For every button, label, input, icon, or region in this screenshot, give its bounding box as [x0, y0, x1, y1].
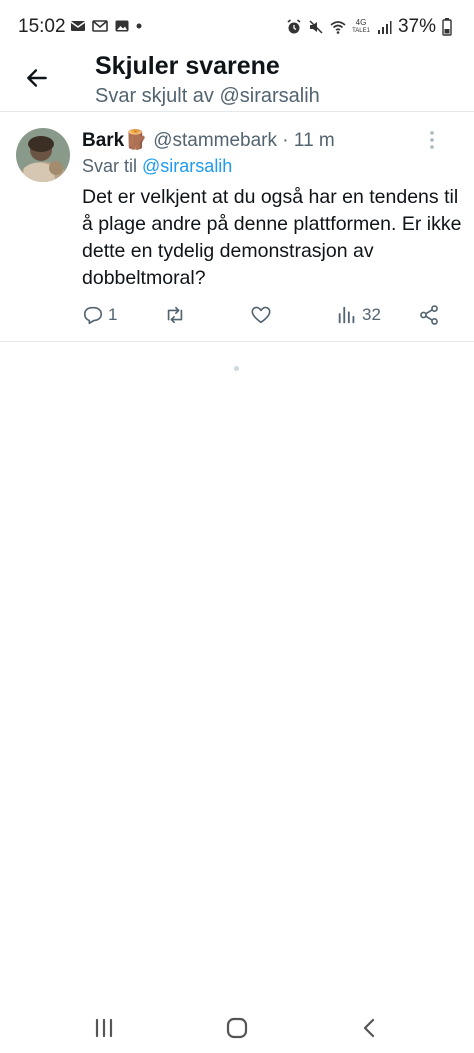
reply-icon — [83, 306, 103, 325]
avatar-image — [16, 128, 70, 182]
tweet-actions: 1 32 — [82, 300, 462, 330]
image-icon — [115, 20, 129, 32]
loading-indicator — [234, 366, 239, 371]
mail-icon — [70, 21, 86, 31]
mute-icon — [309, 20, 323, 34]
tweet-time: 11 m — [293, 130, 335, 151]
views-button[interactable]: 32 — [336, 300, 381, 330]
back-button[interactable] — [18, 59, 56, 97]
wifi-icon — [330, 21, 346, 34]
network-type: 4G TALE1 — [352, 18, 370, 35]
like-button[interactable] — [250, 300, 276, 330]
tweet-divider — [0, 341, 474, 342]
system-nav-bar — [0, 1000, 474, 1053]
alarm-icon — [287, 19, 301, 34]
gmail-icon — [92, 20, 108, 32]
reply-button[interactable]: 1 — [82, 300, 117, 330]
arrow-left-icon — [27, 69, 47, 87]
system-icons: 4G TALE1 37% — [286, 16, 452, 38]
recent-apps-icon — [95, 1018, 113, 1038]
home-icon — [226, 1017, 248, 1039]
tweet-header: Bark🪵 @stammebark · 11 m — [82, 128, 462, 154]
system-back-button[interactable] — [350, 1008, 390, 1048]
page-header: Skjuler svarene Svar skjult av @sirarsal… — [0, 45, 474, 111]
display-name[interactable]: Bark🪵 — [82, 130, 148, 151]
battery-icon — [442, 18, 452, 36]
page-title: Skjuler svarene — [95, 52, 280, 80]
more-vertical-icon — [430, 131, 434, 149]
home-button[interactable] — [217, 1008, 257, 1048]
bar-chart-icon — [338, 306, 355, 324]
reply-to-link[interactable]: @sirarsalih — [142, 156, 232, 176]
page-subtitle: Svar skjult av @sirarsalih — [95, 85, 320, 107]
more-options-button[interactable] — [420, 128, 444, 152]
share-icon — [420, 305, 438, 325]
reply-context: Svar til @sirarsalih — [82, 156, 232, 177]
share-button[interactable] — [418, 300, 440, 330]
reply-count: 1 — [108, 305, 118, 324]
user-handle[interactable]: @stammebark — [153, 130, 277, 151]
avatar[interactable] — [16, 128, 70, 182]
retweet-button[interactable] — [164, 300, 190, 330]
view-count: 32 — [362, 305, 381, 324]
signal-icon — [377, 21, 392, 34]
status-time: 15:02 — [18, 16, 66, 37]
retweet-icon — [167, 306, 183, 324]
separator-dot: · — [282, 130, 289, 151]
heart-icon — [251, 306, 271, 324]
chevron-left-icon — [363, 1018, 375, 1038]
notification-icons — [70, 18, 142, 34]
battery-level: 37% — [397, 16, 436, 37]
reply-prefix: Svar til — [82, 156, 138, 176]
notification-dot-icon — [136, 23, 142, 29]
recent-apps-button[interactable] — [84, 1008, 124, 1048]
tweet[interactable]: Bark🪵 @stammebark · 11 m Svar til @sirar… — [0, 112, 474, 342]
tweet-text: Det er velkjent at du også har en tenden… — [82, 186, 462, 289]
